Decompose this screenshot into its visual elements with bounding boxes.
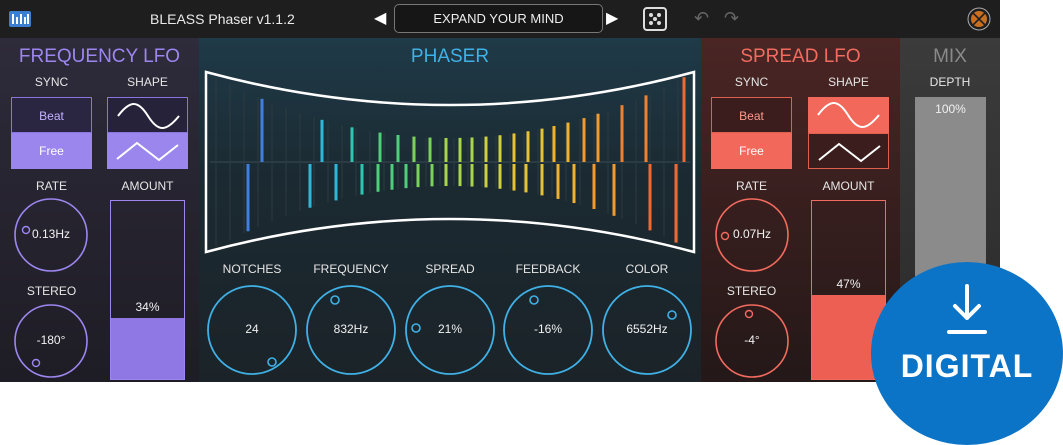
notches-knob[interactable]: 24 <box>206 284 298 376</box>
frequency-lfo-title: FREQUENCY LFO <box>18 46 181 67</box>
app-title: BLEASS Phaser v1.1.2 <box>150 11 295 27</box>
digital-download-badge: DIGITAL <box>871 262 1063 445</box>
phaser-plugin-window: BLEASS Phaser v1.1.2 ◀ EXPAND YOUR MIND … <box>0 0 1000 382</box>
spread-value: 21% <box>437 322 463 336</box>
top-bar: BLEASS Phaser v1.1.2 ◀ EXPAND YOUR MIND … <box>0 0 1000 38</box>
frequency-value: 832Hz <box>333 322 369 336</box>
bleass-brand-icon[interactable] <box>967 7 991 31</box>
sync-beat-button[interactable]: Beat <box>11 97 92 133</box>
spread-label: SPREAD <box>425 262 475 276</box>
color-value: 6552Hz <box>626 322 668 336</box>
mix-title: MIX <box>933 46 967 67</box>
feedback-knob[interactable]: -16% <box>502 284 594 376</box>
amount-value: 34% <box>135 300 160 315</box>
sine-wave-icon <box>117 103 180 129</box>
preset-selector[interactable]: EXPAND YOUR MIND <box>394 4 603 33</box>
frequency-knob[interactable]: 832Hz <box>305 284 397 376</box>
triangle-wave-icon <box>116 141 179 162</box>
undo-icon[interactable]: ↶ <box>694 8 709 29</box>
rate-knob[interactable]: 0.07Hz <box>713 196 791 274</box>
depth-value: 100% <box>935 102 966 116</box>
shape-sine-button[interactable] <box>107 97 188 133</box>
stereo-knob[interactable]: -180° <box>12 302 90 380</box>
rate-value: 0.13Hz <box>31 227 71 241</box>
amount-slider[interactable]: 34% <box>110 200 185 380</box>
digital-label: DIGITAL <box>900 348 1034 384</box>
stereo-value: -4° <box>744 333 760 347</box>
sync-label: SYNC <box>734 75 769 89</box>
sync-free-button[interactable]: Free <box>11 133 92 169</box>
color-knob[interactable]: 6552Hz <box>601 284 693 376</box>
rate-knob[interactable]: 0.13Hz <box>12 196 90 274</box>
redo-icon[interactable]: ↷ <box>724 8 739 29</box>
shape-sine-button[interactable] <box>808 97 889 133</box>
shape-label: SHAPE <box>828 75 869 89</box>
stereo-value: -180° <box>36 333 66 347</box>
sync-beat-button[interactable]: Beat <box>711 97 792 133</box>
amount-label: AMOUNT <box>121 179 174 193</box>
depth-label: DEPTH <box>929 75 971 89</box>
rate-label: RATE <box>35 179 68 193</box>
notches-value: 24 <box>245 322 259 336</box>
sine-wave-icon <box>817 102 880 128</box>
spread-knob[interactable]: 21% <box>404 284 496 376</box>
notch-display <box>204 70 696 254</box>
stereo-label: STEREO <box>726 284 777 298</box>
download-icon <box>947 284 987 334</box>
stereo-knob[interactable]: -4° <box>713 302 791 380</box>
rate-value: 0.07Hz <box>732 227 772 241</box>
phaser-knob-row: NOTCHES FREQUENCY SPREAD FEEDBACK COLOR … <box>199 258 701 382</box>
next-preset-button[interactable]: ▶ <box>606 8 618 28</box>
feedback-label: FEEDBACK <box>515 262 581 276</box>
sync-label: SYNC <box>34 75 69 89</box>
bleass-logo-icon <box>9 11 31 27</box>
color-label: COLOR <box>625 262 669 276</box>
amount-label: AMOUNT <box>822 179 875 193</box>
randomize-dice-icon[interactable] <box>643 7 667 31</box>
stereo-label: STEREO <box>26 284 77 298</box>
frequency-label: FREQUENCY <box>313 262 389 276</box>
spread-lfo-title: SPREAD LFO <box>740 46 861 67</box>
feedback-value: -16% <box>533 322 562 336</box>
shape-label: SHAPE <box>127 75 168 89</box>
shape-triangle-button[interactable] <box>808 133 889 169</box>
amount-value: 47% <box>836 277 861 292</box>
shape-triangle-button[interactable] <box>107 133 188 169</box>
phaser-panel: PHASER NOTCHES FREQUENCY SPREAD FEEDBACK… <box>199 38 701 382</box>
spread-lfo-panel: SPREAD LFO SYNC SHAPE Beat Free RATE 0.0… <box>701 38 900 382</box>
previous-preset-button[interactable]: ◀ <box>374 8 386 28</box>
notches-label: NOTCHES <box>222 262 282 276</box>
amount-fill <box>111 318 184 379</box>
sync-free-button[interactable]: Free <box>711 133 792 169</box>
phaser-title: PHASER <box>410 46 490 67</box>
triangle-wave-icon <box>818 142 881 163</box>
rate-label: RATE <box>735 179 768 193</box>
frequency-lfo-panel: FREQUENCY LFO SYNC SHAPE Beat Free RATE … <box>0 38 199 382</box>
